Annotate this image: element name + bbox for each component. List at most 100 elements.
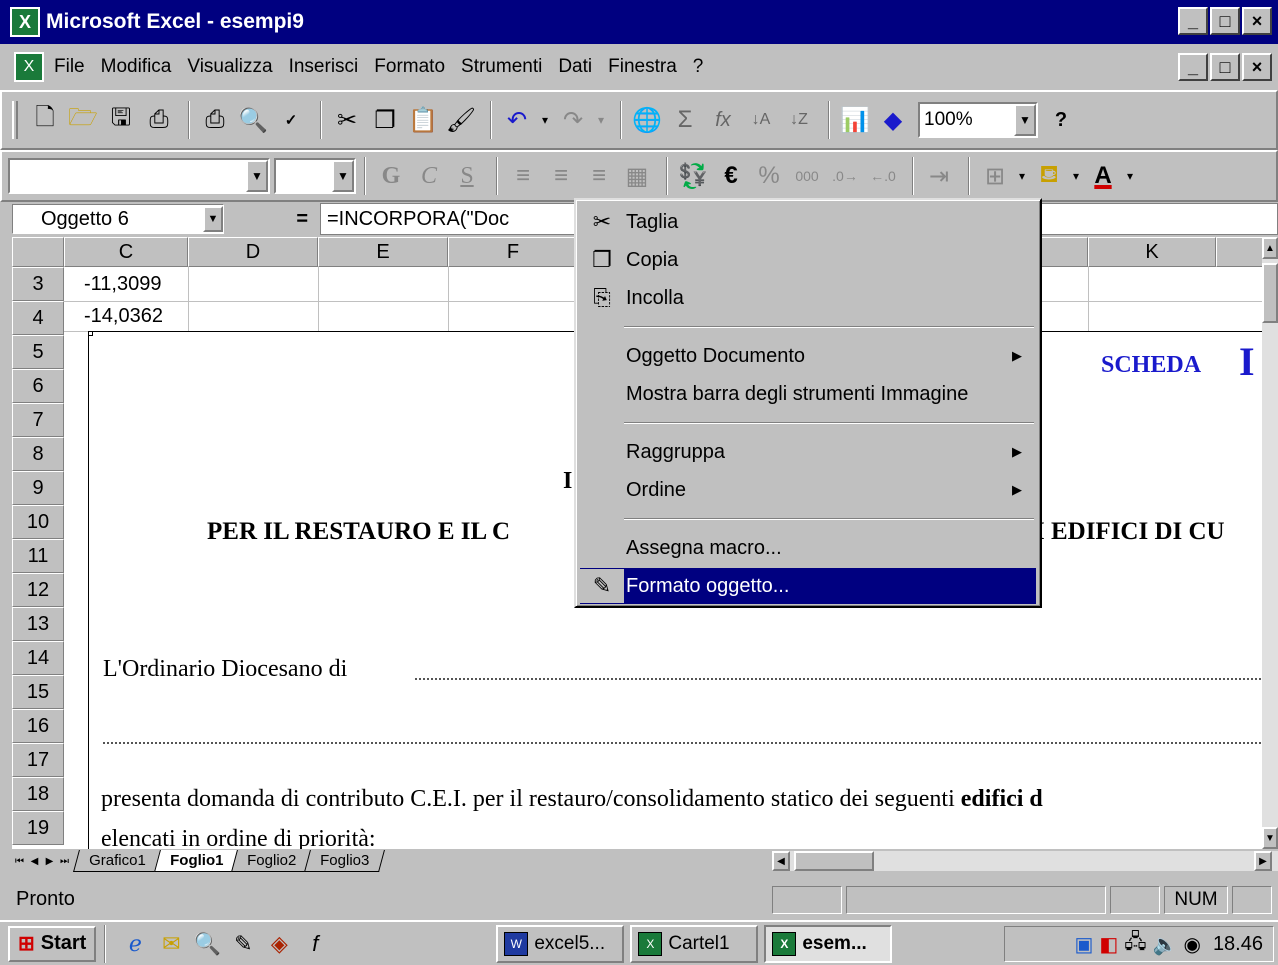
menu-item-formato-oggetto[interactable]: ✎ Formato oggetto... — [580, 568, 1036, 604]
function-icon[interactable]: fx — [706, 103, 740, 137]
sheet-tab-foglio1[interactable]: Foglio1 — [153, 850, 239, 872]
chevron-down-icon[interactable]: ▼ — [332, 160, 354, 192]
scroll-right-icon[interactable]: ▶ — [1254, 851, 1272, 871]
search-icon[interactable]: 🔍 — [192, 929, 222, 959]
euro-button[interactable]: € — [714, 159, 748, 193]
spelling-icon[interactable]: ✓ — [274, 103, 308, 137]
row-header-17[interactable]: 17 — [12, 743, 64, 777]
format-painter-icon[interactable]: 🖌 — [444, 103, 478, 137]
sheet-tab-grafico1[interactable]: Grafico1 — [73, 850, 162, 872]
menu-item-assegna-macro[interactable]: Assegna macro... — [580, 530, 1036, 566]
menu-formato[interactable]: Formato — [374, 56, 445, 78]
font-size-combo[interactable]: ▼ — [274, 158, 356, 194]
paste-icon[interactable]: 📋 — [406, 103, 440, 137]
align-right-icon[interactable]: ≡ — [582, 159, 616, 193]
align-center-icon[interactable]: ≡ — [544, 159, 578, 193]
menu-item-taglia[interactable]: ✂ Taglia — [580, 204, 1036, 240]
selection-handle[interactable] — [89, 332, 93, 336]
hscroll-thumb[interactable] — [794, 851, 874, 871]
menu-item-incolla[interactable]: ⎘ Incolla — [580, 280, 1036, 316]
font-color-icon[interactable]: A — [1086, 159, 1120, 193]
start-button[interactable]: ⊞ Start — [8, 925, 97, 962]
task-cartel1[interactable]: X Cartel1 — [630, 924, 759, 963]
excel-app-icon[interactable]: X — [10, 7, 40, 37]
scroll-left-icon[interactable]: ◀ — [772, 851, 790, 871]
fx-icon[interactable]: f — [300, 929, 330, 959]
sheet-tab-foglio3[interactable]: Foglio3 — [304, 850, 386, 872]
row-header-7[interactable]: 7 — [12, 403, 64, 437]
close-button[interactable]: × — [1242, 7, 1272, 35]
title-bar[interactable]: X Microsoft Excel - esempi9 _ □ × — [0, 0, 1278, 44]
row-header-19[interactable]: 19 — [12, 811, 64, 845]
scroll-up-icon[interactable]: ▲ — [1262, 237, 1278, 259]
clock[interactable]: 18.46 — [1213, 933, 1263, 956]
internet-explorer-icon[interactable]: ℯ — [120, 929, 150, 959]
open-folder-icon[interactable]: 🗁 — [66, 103, 100, 137]
column-header-e[interactable]: E — [318, 237, 448, 267]
column-header-d[interactable]: D — [188, 237, 318, 267]
redo-icon[interactable]: ↷ — [556, 103, 590, 137]
sort-ascending-icon[interactable]: ↓A — [744, 103, 778, 137]
decrease-decimal-icon[interactable]: ←.0 — [866, 159, 900, 193]
tray-icon-5[interactable]: ◉ — [1183, 932, 1200, 957]
menu-item-mostra-barra[interactable]: Mostra barra degli strumenti Immagine — [580, 376, 1036, 412]
zoom-combo[interactable]: 100% ▼ — [918, 102, 1038, 138]
media-icon[interactable]: ◈ — [264, 929, 294, 959]
menu-item-ordine[interactable]: Ordine ▶ — [580, 472, 1036, 508]
toolbar-grip[interactable] — [12, 101, 18, 139]
merge-center-icon[interactable]: ▦ — [620, 159, 654, 193]
drawing-icon[interactable]: ◆ — [876, 103, 910, 137]
row-header-18[interactable]: 18 — [12, 777, 64, 811]
row-header-3[interactable]: 3 — [12, 267, 64, 301]
doc-restore-button[interactable]: □ — [1210, 53, 1240, 81]
cut-icon[interactable]: ✂ — [330, 103, 364, 137]
font-color-dropdown-icon[interactable]: ▾ — [1124, 159, 1136, 193]
menu-dati[interactable]: Dati — [558, 56, 592, 78]
row-header-13[interactable]: 13 — [12, 607, 64, 641]
row-header-5[interactable]: 5 — [12, 335, 64, 369]
align-left-icon[interactable]: ≡ — [506, 159, 540, 193]
row-header-15[interactable]: 15 — [12, 675, 64, 709]
row-header-8[interactable]: 8 — [12, 437, 64, 471]
help-icon[interactable]: ? — [1044, 103, 1078, 137]
document-icon[interactable]: X — [14, 52, 44, 82]
underline-button[interactable]: S — [450, 159, 484, 193]
task-excel5[interactable]: Wexcel5... — [496, 924, 625, 963]
undo-icon[interactable]: ↶ — [500, 103, 534, 137]
row-header-12[interactable]: 12 — [12, 573, 64, 607]
sheet-tab-foglio2[interactable]: Foglio2 — [231, 850, 313, 872]
fill-dropdown-icon[interactable]: ▾ — [1070, 159, 1082, 193]
currency-icon[interactable]: 💱 — [676, 159, 710, 193]
row-header-14[interactable]: 14 — [12, 641, 64, 675]
increase-decimal-icon[interactable]: .0→ — [828, 159, 862, 193]
row-header-4[interactable]: 4 — [12, 301, 64, 335]
borders-icon[interactable]: ⊞ — [978, 159, 1012, 193]
cell-c3[interactable]: -11,3099 — [84, 273, 161, 296]
horizontal-scrollbar[interactable]: ◀ ▶ — [772, 851, 1278, 871]
row-header-11[interactable]: 11 — [12, 539, 64, 573]
doc-minimize-button[interactable]: _ — [1178, 53, 1208, 81]
chevron-down-icon[interactable]: ▼ — [1014, 104, 1036, 136]
minimize-button[interactable]: _ — [1178, 7, 1208, 35]
redo-dropdown-icon[interactable]: ▾ — [594, 103, 608, 137]
copy-icon[interactable]: ❐ — [368, 103, 402, 137]
hyperlink-globe-icon[interactable]: 🌐 — [630, 103, 664, 137]
doc-close-button[interactable]: × — [1242, 53, 1272, 81]
column-header-f[interactable]: F — [448, 237, 578, 267]
undo-dropdown-icon[interactable]: ▾ — [538, 103, 552, 137]
network-icon[interactable]: 🖧 — [1124, 927, 1146, 961]
maximize-button[interactable]: □ — [1210, 7, 1240, 35]
save-icon[interactable]: 🖫 — [104, 103, 138, 137]
formula-equals-icon[interactable]: = — [224, 208, 316, 231]
row-header-16[interactable]: 16 — [12, 709, 64, 743]
sort-descending-icon[interactable]: ↓Z — [782, 103, 816, 137]
thousands-button[interactable]: 000 — [790, 159, 824, 193]
borders-dropdown-icon[interactable]: ▾ — [1016, 159, 1028, 193]
fill-color-icon[interactable]: ⛾ — [1032, 159, 1066, 193]
menu-modifica[interactable]: Modifica — [101, 56, 172, 78]
preview-icon[interactable]: 🔍 — [236, 103, 270, 137]
cell-c4[interactable]: -14,0362 — [84, 305, 163, 328]
row-header-9[interactable]: 9 — [12, 471, 64, 505]
menu-inserisci[interactable]: Inserisci — [289, 56, 359, 78]
first-sheet-icon[interactable]: ⏮ — [12, 851, 27, 871]
